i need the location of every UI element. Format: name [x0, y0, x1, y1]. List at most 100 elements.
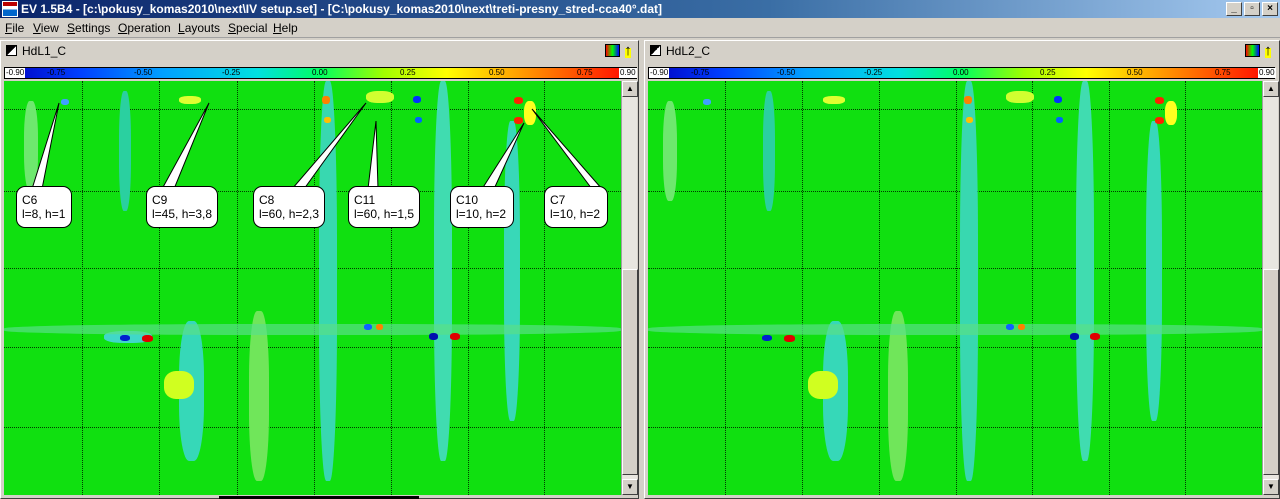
anomaly-mark: [1054, 96, 1062, 103]
color-tick: -0.75: [47, 68, 66, 77]
color-tick: 0.90: [1258, 68, 1276, 78]
panel-title-bar[interactable]: HdL2_C ↑: [645, 41, 1279, 60]
title-bar[interactable]: EV 1.5B4 - [c:\pokusy_komas2010\next\IV …: [0, 0, 1280, 18]
color-tick: -0.90: [5, 68, 26, 78]
menu-help[interactable]: Help: [273, 21, 298, 35]
vertical-scrollbar[interactable]: ▲ ▼: [1262, 81, 1279, 495]
minimize-button[interactable]: _: [1226, 2, 1242, 16]
app-icon[interactable]: [2, 1, 18, 17]
anomaly-mark: [1018, 324, 1025, 330]
color-tick: -0.75: [691, 68, 710, 77]
callout-name: C8: [259, 193, 275, 207]
panel-title-bar[interactable]: HdL1_C ↑: [1, 41, 638, 60]
field-streak: [888, 311, 908, 481]
panel-title: HdL1_C: [22, 44, 67, 58]
up-arrow-icon[interactable]: ↑: [621, 42, 635, 59]
color-tick: 0.75: [1215, 68, 1231, 77]
close-button[interactable]: ×: [1262, 2, 1278, 16]
palette-icon[interactable]: [605, 44, 620, 57]
palette-icon[interactable]: [1245, 44, 1260, 57]
grid-line: [725, 81, 726, 495]
menu-layouts[interactable]: Layouts: [178, 21, 220, 35]
callout-c9: C9 l=45, h=3,8: [146, 186, 218, 228]
color-tick: -0.90: [649, 68, 670, 78]
grid-line: [648, 268, 1262, 269]
field-band: [648, 324, 1262, 335]
color-tick: 0.50: [1127, 68, 1143, 77]
callout-c6: C6 l=8, h=1: [16, 186, 72, 228]
scroll-thumb[interactable]: [1263, 269, 1279, 475]
anomaly-mark: [1070, 333, 1079, 340]
callout-c8: C8 l=60, h=2,3: [253, 186, 325, 228]
vertical-scrollbar[interactable]: ▲ ▼: [621, 81, 638, 495]
callout-params: l=10, h=2: [550, 207, 601, 221]
scroll-down-button[interactable]: ▼: [1263, 479, 1279, 495]
panel-hdl2: HdL2_C ↑ -0.90 -0.75 -0.50 -0.25 0.00 0.…: [644, 40, 1280, 499]
anomaly-mark: [1155, 117, 1164, 124]
callout-params: l=60, h=1,5: [354, 207, 415, 221]
callout-name: C7: [550, 193, 566, 207]
menu-operation[interactable]: Operation: [118, 21, 171, 35]
color-tick: 0.25: [1040, 68, 1056, 77]
grid-line: [802, 81, 803, 495]
grid-line: [648, 427, 1262, 428]
color-tick: 0.25: [400, 68, 416, 77]
anomaly-mark: [784, 335, 795, 342]
color-tick: -0.50: [777, 68, 796, 77]
grid-line: [648, 191, 1262, 192]
color-tick: -0.25: [222, 68, 241, 77]
callout-name: C9: [152, 193, 168, 207]
color-tick: -0.25: [864, 68, 883, 77]
color-tick: 0.75: [577, 68, 593, 77]
grid-line: [648, 347, 1262, 348]
field-blob: [808, 371, 838, 399]
scroll-down-button[interactable]: ▼: [622, 479, 638, 495]
color-tick: 0.00: [312, 68, 328, 77]
menu-special[interactable]: Special: [228, 21, 267, 35]
panel-window-icon[interactable]: [650, 45, 661, 56]
panel-window-icon[interactable]: [6, 45, 17, 56]
callout-name: C6: [22, 193, 38, 207]
anomaly-mark: [703, 99, 711, 105]
color-tick: 0.90: [619, 68, 637, 78]
heatmap-plot[interactable]: [648, 81, 1262, 495]
color-tick: 0.00: [953, 68, 969, 77]
color-scale-bar: -0.90 -0.75 -0.50 -0.25 0.00 0.25 0.50 0…: [648, 67, 1276, 79]
field-blob: [823, 96, 845, 104]
field-blob: [1165, 101, 1177, 125]
field-streak: [763, 91, 775, 211]
up-arrow-icon[interactable]: ↑: [1261, 42, 1275, 59]
panel-title: HdL2_C: [666, 44, 711, 58]
window-title: EV 1.5B4 - [c:\pokusy_komas2010\next\IV …: [21, 2, 663, 16]
color-scale-bar: -0.90 -0.75 -0.50 -0.25 0.00 0.25 0.50 0…: [4, 67, 637, 79]
field-streak: [960, 81, 978, 481]
scroll-up-button[interactable]: ▲: [622, 81, 638, 97]
scroll-thumb[interactable]: [622, 269, 638, 475]
anomaly-mark: [964, 96, 972, 104]
callout-c11: C11 l=60, h=1,5: [348, 186, 420, 228]
grid-line: [1109, 81, 1110, 495]
menu-view[interactable]: View: [33, 21, 59, 35]
restore-button[interactable]: ▫: [1244, 2, 1260, 16]
field-streak: [1146, 121, 1162, 421]
menu-settings[interactable]: Settings: [67, 21, 110, 35]
field-blob: [1006, 91, 1034, 103]
menu-file[interactable]: File: [5, 21, 24, 35]
field-streak: [1076, 81, 1094, 461]
color-tick: 0.50: [489, 68, 505, 77]
callout-name: C10: [456, 193, 479, 207]
grid-line: [956, 81, 957, 495]
scroll-up-button[interactable]: ▲: [1263, 81, 1279, 97]
callout-leaders: [31, 102, 604, 190]
callout-c10: C10 l=10, h=2: [450, 186, 514, 228]
menu-bar: File View Settings Operation Layouts Spe…: [0, 18, 1280, 38]
callout-c7: C7 l=10, h=2: [544, 186, 608, 228]
anomaly-mark: [966, 117, 973, 123]
anomaly-mark: [1155, 97, 1164, 104]
callout-params: l=45, h=3,8: [152, 207, 213, 221]
color-tick: -0.50: [134, 68, 153, 77]
panel-hdl1: HdL1_C ↑ -0.90 -0.75 -0.50 -0.25 0.00 0.…: [0, 40, 639, 499]
heatmap-plot[interactable]: C6 l=8, h=1 C9 l=45, h=3,8 C8 l=60, h=2,…: [4, 81, 621, 495]
grid-line: [879, 81, 880, 495]
anomaly-mark: [762, 335, 772, 341]
